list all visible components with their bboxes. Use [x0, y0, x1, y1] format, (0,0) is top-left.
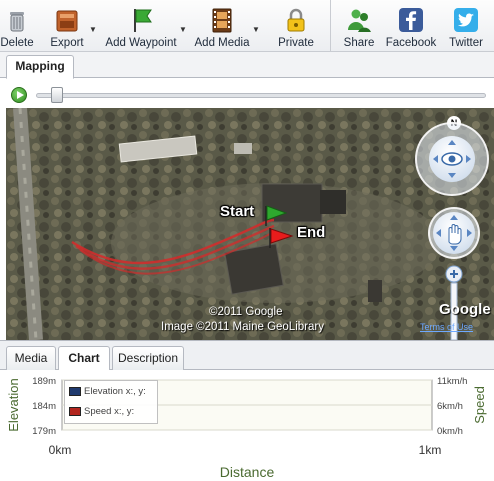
app-window: Delete Export ▼ Add Waypoint ▼ Add Media… — [0, 0, 494, 481]
add-media-label: Add Media — [194, 37, 250, 49]
tab-media[interactable]: Media — [6, 346, 56, 371]
add-media-button[interactable]: Add Media — [194, 6, 250, 50]
legend-elevation-swatch — [69, 386, 81, 396]
facebook-icon — [399, 8, 423, 32]
tab-mapping[interactable]: Mapping — [6, 55, 74, 79]
google-logo: Google — [439, 301, 491, 318]
elevation-speed-chart: 189m 11km/h 184m 6km/h 179m 0km/h 0km 1km Distan… — [0, 370, 494, 481]
twitter-icon — [454, 8, 478, 32]
add-waypoint-button[interactable]: Add Waypoint — [104, 6, 178, 50]
toolbar: Delete Export ▼ Add Waypoint ▼ Add Media… — [0, 0, 494, 52]
chart-legend: Elevation x:, y: Speed x:, y: — [64, 380, 158, 424]
playback-slider[interactable] — [36, 93, 486, 98]
legend-speed-swatch — [69, 406, 81, 416]
detail-tabbar: Media Chart Description — [0, 340, 494, 372]
x-axis-title: Distance — [220, 464, 275, 480]
trash-icon — [10, 12, 24, 32]
delete-button[interactable]: Delete — [0, 6, 34, 50]
export-button[interactable]: Export — [44, 6, 90, 50]
share-button[interactable]: Share — [340, 6, 378, 50]
film-icon — [212, 8, 232, 33]
people-icon — [348, 9, 371, 32]
y-left-axis-title: Elevation — [6, 378, 21, 431]
add-waypoint-dropdown-arrow[interactable]: ▼ — [179, 25, 187, 34]
y-right-tick-label: 0km/h — [437, 426, 463, 437]
private-label: Private — [278, 37, 314, 49]
tab-chart[interactable]: Chart — [58, 346, 110, 372]
share-label: Share — [343, 37, 375, 49]
twitter-button[interactable]: Twitter — [444, 6, 488, 50]
flag-icon — [134, 9, 152, 32]
tilt-control[interactable] — [428, 207, 480, 259]
facebook-label: Facebook — [385, 37, 437, 49]
tab-description[interactable]: Description — [112, 346, 184, 371]
pan-control[interactable] — [415, 122, 489, 196]
export-icon — [56, 10, 78, 32]
y-left-tick-label: 179m — [32, 426, 56, 437]
imagery-credit: Image ©2011 Maine GeoLibrary — [161, 321, 324, 333]
lock-icon — [287, 8, 305, 32]
view-tabbar: Mapping — [0, 52, 494, 79]
delete-label: Delete — [0, 37, 34, 49]
private-button[interactable]: Private — [277, 6, 315, 50]
map-copyright: ©2011 Google — [209, 306, 283, 318]
y-left-tick-label: 189m — [32, 376, 56, 387]
eye-icon[interactable] — [429, 136, 475, 182]
x-tick-label: 0km — [49, 443, 72, 457]
hand-icon[interactable] — [433, 212, 475, 254]
play-button[interactable] — [11, 87, 27, 103]
y-right-axis-title: Speed — [472, 386, 487, 424]
toolbar-divider — [330, 0, 331, 52]
y-right-tick-label: 11km/h — [437, 376, 467, 387]
legend-elevation: Elevation x:, y: — [69, 386, 146, 400]
end-marker-label: End — [297, 224, 326, 241]
playback-slider-thumb[interactable] — [51, 87, 64, 103]
x-tick-label: 1km — [419, 443, 442, 457]
y-right-tick-label: 6km/h — [437, 401, 463, 412]
playback-bar — [0, 80, 494, 108]
export-dropdown-arrow[interactable]: ▼ — [89, 25, 97, 34]
add-media-dropdown-arrow[interactable]: ▼ — [252, 25, 260, 34]
add-waypoint-label: Add Waypoint — [105, 37, 177, 49]
legend-speed-text: Speed x:, y: — [84, 406, 135, 417]
legend-speed: Speed x:, y: — [69, 406, 134, 420]
twitter-label: Twitter — [449, 37, 483, 49]
facebook-button[interactable]: Facebook — [385, 6, 437, 50]
start-marker-label: Start — [220, 203, 255, 220]
export-label: Export — [50, 37, 84, 49]
terms-link[interactable]: Terms of Use — [420, 322, 473, 332]
legend-elevation-text: Elevation x:, y: — [84, 386, 146, 397]
y-left-tick-label: 184m — [32, 401, 56, 412]
satellite-map[interactable]: Start End ©2011 Google Image ©2011 Maine… — [6, 108, 494, 340]
